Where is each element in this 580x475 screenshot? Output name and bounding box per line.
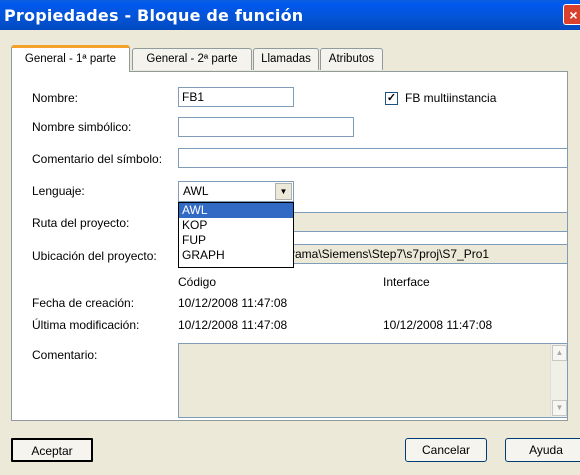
comentario-simbolo-field[interactable] [178, 148, 568, 168]
ayuda-button[interactable]: Ayuda [505, 438, 580, 462]
simbolico-label: Nombre simbólico: [32, 120, 132, 134]
properties-dialog: Propiedades - Bloque de función × Genera… [0, 0, 580, 475]
comentario-label: Comentario: [32, 348, 98, 362]
chevron-down-icon[interactable]: ▼ [275, 183, 292, 200]
tab-atributos[interactable]: Atributos [320, 48, 383, 70]
ultima-mod-label: Última modificación: [32, 318, 140, 332]
nombre-label: Nombre: [32, 91, 79, 105]
comentario-simbolo-label: Comentario del símbolo: [32, 152, 163, 166]
multiinstancia-label: FB multiinstancia [405, 91, 497, 105]
scroll-down-icon[interactable]: ▼ [552, 400, 567, 416]
comentario-field[interactable]: ▲ ▼ [178, 343, 568, 418]
tab-llamadas[interactable]: Llamadas [253, 48, 319, 70]
lenguaje-option-kop[interactable]: KOP [179, 218, 293, 233]
fecha-creacion-label: Fecha de creación: [32, 296, 135, 310]
lenguaje-selected-value: AWL [183, 184, 209, 198]
comentario-scrollbar[interactable]: ▲ ▼ [550, 344, 567, 417]
lenguaje-dropdown-list[interactable]: AWL KOP FUP GRAPH [178, 202, 294, 268]
nombre-field[interactable]: FB1 [178, 87, 294, 107]
tab-general-2[interactable]: General - 2ª parte [132, 48, 252, 70]
close-icon: × [569, 7, 578, 23]
cancelar-button[interactable]: Cancelar [405, 438, 487, 462]
fecha-creacion-codigo: 10/12/2008 11:47:08 [178, 296, 288, 310]
ultima-mod-codigo: 10/12/2008 11:47:08 [178, 318, 288, 332]
title-bar[interactable]: Propiedades - Bloque de función × [0, 0, 580, 30]
ultima-mod-interface: 10/12/2008 11:47:08 [383, 318, 493, 332]
simbolico-field[interactable] [178, 117, 354, 137]
interface-header: Interface [383, 275, 430, 289]
lenguaje-option-graph[interactable]: GRAPH [179, 248, 293, 263]
tab-general-1[interactable]: General - 1ª parte [11, 45, 130, 72]
window-title: Propiedades - Bloque de función [4, 6, 304, 25]
lenguaje-label: Lenguaje: [32, 184, 85, 198]
aceptar-button[interactable]: Aceptar [11, 438, 93, 462]
lenguaje-select[interactable]: AWL ▼ [178, 181, 294, 202]
codigo-header: Código [178, 275, 217, 289]
scroll-up-icon[interactable]: ▲ [552, 345, 567, 361]
lenguaje-option-fup[interactable]: FUP [179, 233, 293, 248]
close-button[interactable]: × [563, 4, 580, 25]
check-icon: ✓ [386, 92, 397, 104]
ruta-label: Ruta del proyecto: [32, 216, 130, 230]
lenguaje-option-awl[interactable]: AWL [179, 203, 293, 218]
multiinstancia-checkbox[interactable]: ✓ [385, 92, 398, 105]
ubicacion-label: Ubicación del proyecto: [32, 249, 157, 263]
